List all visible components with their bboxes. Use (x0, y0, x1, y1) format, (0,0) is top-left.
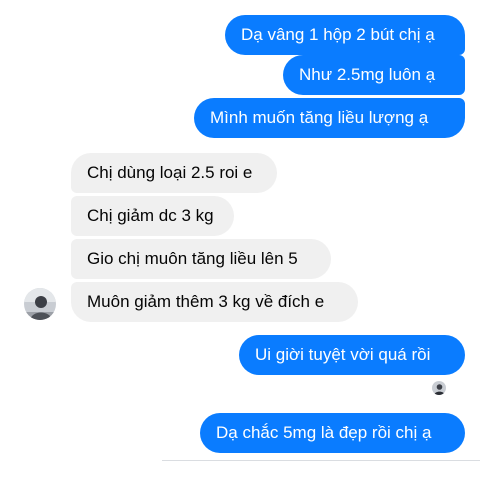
message-bubble-incoming[interactable]: Gio chị muôn tăng liều lên 5 (71, 239, 331, 279)
message-text: Muôn giảm thêm 3 kg về đích e (87, 292, 325, 311)
message-bubble-incoming[interactable]: Chị giảm dc 3 kg (71, 196, 234, 236)
message-bubble-outgoing[interactable]: Như 2.5mg luôn ạ (283, 55, 465, 95)
composer-divider (162, 460, 480, 461)
message-text: Như 2.5mg luôn ạ (299, 65, 436, 84)
message-bubble-incoming[interactable]: Muôn giảm thêm 3 kg về đích e (71, 282, 358, 322)
message-bubble-incoming[interactable]: Chị dùng loại 2.5 roi e (71, 153, 277, 193)
message-text: Chị dùng loại 2.5 roi e (87, 163, 253, 182)
message-text: Dạ vâng 1 hộp 2 bút chị ạ (241, 25, 435, 44)
chat-thread: Dạ vâng 1 hộp 2 bút chị ạ Như 2.5mg luôn… (0, 0, 480, 480)
contact-avatar[interactable] (24, 288, 56, 320)
message-bubble-outgoing[interactable]: Dạ chắc 5mg là đẹp rồi chị ạ (200, 413, 465, 453)
message-text: Gio chị muôn tăng liều lên 5 (87, 249, 298, 268)
message-text: Ui giời tuyệt vời quá rồi (255, 345, 431, 364)
message-text: Dạ chắc 5mg là đẹp rồi chị ạ (216, 423, 432, 442)
message-bubble-outgoing[interactable]: Mình muốn tăng liều lượng ạ (194, 98, 465, 138)
message-bubble-outgoing[interactable]: Ui giời tuyệt vời quá rồi (239, 335, 465, 375)
message-text: Mình muốn tăng liều lượng ạ (210, 108, 429, 127)
seen-avatar (432, 381, 446, 395)
message-text: Chị giảm dc 3 kg (87, 206, 214, 225)
message-bubble-outgoing[interactable]: Dạ vâng 1 hộp 2 bút chị ạ (225, 15, 465, 55)
